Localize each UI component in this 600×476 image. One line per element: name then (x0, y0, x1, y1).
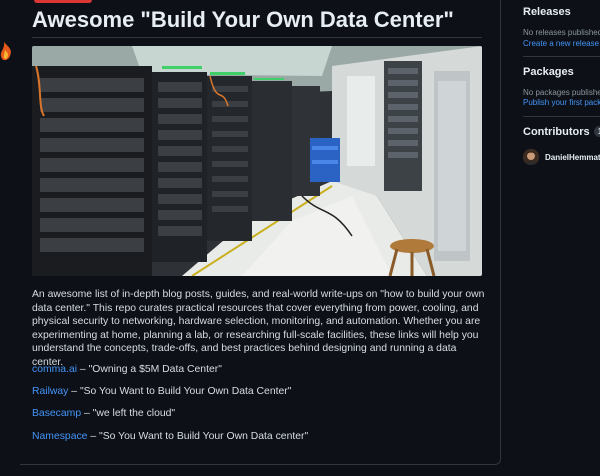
contributors-label: Contributors (523, 126, 590, 138)
list-item: Namespace – "So You Want to Build Your O… (32, 431, 308, 442)
link-basecamp[interactable]: Basecamp (32, 408, 81, 419)
readme-description: An awesome list of in-depth blog posts, … (32, 289, 485, 368)
contributors-heading[interactable]: Contributors 1 (523, 126, 600, 138)
sidebar-divider (523, 56, 600, 57)
link-description: – "we left the cloud" (81, 408, 176, 419)
create-release-link[interactable]: Create a new release (523, 39, 599, 48)
list-item: Basecamp – "we left the cloud" (32, 408, 175, 419)
releases-status: No releases published (523, 28, 600, 37)
repo-sidebar: Releases No releases published Create a … (501, 0, 600, 476)
packages-status: No packages published (523, 88, 600, 97)
link-description: – "Owning a $5M Data Center" (77, 364, 222, 375)
contributors-count-badge: 1 (593, 126, 600, 137)
publish-package-link[interactable]: Publish your first package (523, 98, 600, 107)
list-item: comma.ai – "Owning a $5M Data Center" (32, 364, 222, 375)
list-item: Railway – "So You Want to Build Your Own… (32, 386, 291, 397)
link-namespace[interactable]: Namespace (32, 431, 87, 442)
title-divider (32, 37, 482, 38)
left-gutter (0, 0, 20, 476)
packages-heading[interactable]: Packages (523, 66, 574, 78)
link-comma-ai[interactable]: comma.ai (32, 364, 77, 375)
contributor-name[interactable]: DanielHemmati (545, 153, 600, 162)
flame-icon (0, 42, 11, 61)
readme-panel: Awesome "Build Your Own Data Center" An … (20, 0, 501, 465)
data-center-photo (32, 46, 482, 276)
active-tab-indicator (34, 0, 92, 3)
sidebar-divider (523, 116, 600, 117)
readme-title: Awesome "Build Your Own Data Center" (32, 7, 454, 32)
releases-heading[interactable]: Releases (523, 6, 571, 18)
link-railway[interactable]: Railway (32, 386, 68, 397)
link-description: – "So You Want to Build Your Own Data Ce… (68, 386, 292, 397)
link-description: – "So You Want to Build Your Own Data ce… (87, 431, 309, 442)
avatar[interactable] (523, 149, 539, 165)
